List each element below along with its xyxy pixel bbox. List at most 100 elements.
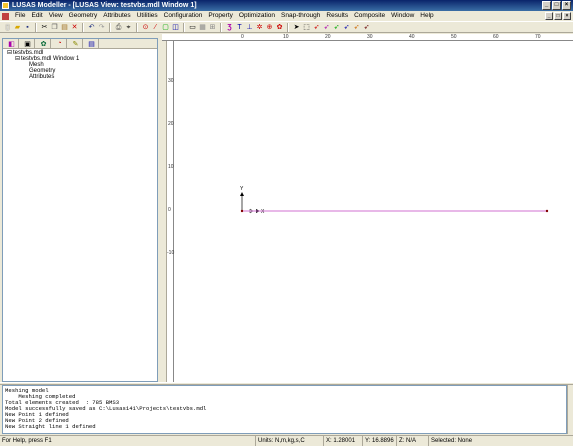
select-surface-icon[interactable]: ➶ [332,23,341,32]
redo-icon[interactable]: ↷ [97,23,106,32]
status-units: Units: N,m,kg,s,C [255,436,305,446]
select-node-icon[interactable]: ➶ [352,23,361,32]
new-file-icon[interactable]: ▯ [3,23,12,32]
doc-close-button[interactable]: × [563,12,571,20]
ruler-tick-label: 20 [168,121,174,127]
ruler-tick-label: 20 [325,34,331,40]
paste-icon[interactable]: ▤ [60,23,69,32]
menu-window[interactable]: Window [388,11,417,21]
status-z-coordinate: Z: N/A [396,436,416,446]
point-1[interactable] [240,209,244,213]
menu-composite[interactable]: Composite [351,11,388,21]
tree-item-label: Attributes [29,74,55,80]
toolbar-separator [109,22,111,32]
select-line-icon[interactable]: ➶ [322,23,331,32]
menu-utilities[interactable]: Utilities [134,11,161,21]
left-ruler: 30 20 10 0 -10 [167,41,174,382]
menu-snap-through[interactable]: Snap-through [278,11,323,21]
copy-icon[interactable]: ❐ [50,23,59,32]
main-toolbar: ▯ ▰ ▪ ✂ ❐ ▤ ✕ ↶ ↷ ⎙ ⌖ ⊙ ⁄ ▢ ◫ ▭ ▦ ⊞ Ʒ T … [0,21,573,33]
point-2[interactable] [545,209,549,213]
ruler-tick-label: 0 [168,207,171,213]
select-arrow-icon[interactable]: ➤ [292,23,301,32]
menu-configuration[interactable]: Configuration [161,11,206,21]
output-line: New Straight line 1 defined [5,423,96,430]
delete-icon[interactable]: ✕ [70,23,79,32]
reports-tab-icon[interactable]: ▤ [85,39,99,48]
toolbar-separator [183,22,185,32]
output-scrollbar[interactable] [567,385,573,434]
bold-icon[interactable]: Ʒ [225,23,234,32]
help-pointer-icon[interactable]: ⌖ [124,23,133,32]
cut-icon[interactable]: ✂ [40,23,49,32]
grid-icon[interactable]: ⊞ [208,23,217,32]
view-window-icon[interactable]: ▭ [188,23,197,32]
select-element-icon[interactable]: ➶ [362,23,371,32]
ruler-tick-label: 0 [241,34,244,40]
menu-edit[interactable]: Edit [28,11,45,21]
menu-file[interactable]: File [12,11,28,21]
status-help-text: For Help, press F1 [2,438,52,444]
ruler-tick-label: 30 [367,34,373,40]
status-bar: For Help, press F1 Units: N,m,kg,s,C X: … [0,435,573,446]
point-tool-icon[interactable]: ⊙ [141,23,150,32]
toolbar-separator [82,22,84,32]
maximize-button[interactable]: □ [552,1,561,10]
close-button[interactable]: × [562,1,571,10]
document-window-controls: _ □ × [545,12,571,20]
select-box-icon[interactable]: ⬚ [302,23,311,32]
select-point-icon[interactable]: ➶ [312,23,321,32]
line-tool-icon[interactable]: ⁄ [151,23,160,32]
doc-restore-button[interactable]: □ [554,12,562,20]
surface-tool-icon[interactable]: ▢ [161,23,170,32]
undo-icon[interactable]: ↶ [87,23,96,32]
groups-tab-icon[interactable]: ▣ [21,39,35,48]
ruler-tick-label: 30 [168,78,174,84]
doc-minimize-button[interactable]: _ [545,12,553,20]
layer-icon[interactable]: ▦ [198,23,207,32]
toolbar-separator [136,22,138,32]
status-selection: Selected: None [428,436,472,446]
lusas-modeller-window: LUSAS Modeller - [LUSAS View: testvbs.md… [0,0,573,446]
graphics-view[interactable]: 0 10 20 30 40 50 60 70 30 20 10 0 -10 Y … [162,34,573,382]
zoom-icon[interactable]: ⊕ [265,23,274,32]
print-icon[interactable]: ⎙ [114,23,123,32]
menu-optimization[interactable]: Optimization [236,11,278,21]
ruler-tick-label: 40 [409,34,415,40]
text-icon[interactable]: T [235,23,244,32]
ruler-tick-label: 10 [168,164,174,170]
rotate-icon[interactable]: ✲ [255,23,264,32]
treeview-tabs: ◧ ▣ ✿ ◔ ✎ ▤ [3,39,157,49]
utilities-tab-icon[interactable]: ✎ [69,39,83,48]
menu-property[interactable]: Property [205,11,236,21]
model-canvas[interactable]: Y X [174,42,573,382]
y-axis-arrowhead [240,192,244,196]
document-icon[interactable] [2,12,9,20]
status-x-coordinate: X: 1.28001 [323,436,355,446]
minimize-button[interactable]: _ [542,1,551,10]
menu-help[interactable]: Help [417,11,436,21]
open-folder-icon[interactable]: ▰ [13,23,22,32]
toolbar-separator [220,22,222,32]
settings-icon[interactable]: ✿ [275,23,284,32]
status-y-coordinate: Y: 16.8896 [362,436,394,446]
volume-tool-icon[interactable]: ◫ [171,23,180,32]
window-title: LUSAS Modeller - [LUSAS View: testvbs.md… [12,2,197,9]
menu-geometry[interactable]: Geometry [66,11,101,21]
save-icon[interactable]: ▪ [23,23,32,32]
app-icon [2,2,9,9]
attributes-tab-icon[interactable]: ✿ [37,39,51,48]
window-controls: _ □ × [542,1,571,10]
menu-results[interactable]: Results [323,11,351,21]
ruler-tick-label: 10 [283,34,289,40]
menu-view[interactable]: View [46,11,66,21]
menu-attributes[interactable]: Attributes [100,11,133,21]
tree-item-attributes[interactable]: Attributes [7,74,79,80]
y-axis-label: Y [240,186,244,192]
toolbar-separator [35,22,37,32]
select-volume-icon[interactable]: ➶ [342,23,351,32]
axes-icon[interactable]: ⊥ [245,23,254,32]
loadcases-tab-icon[interactable]: ◔ [53,39,67,48]
top-ruler: 0 10 20 30 40 50 60 70 [162,34,573,41]
layers-tab-icon[interactable]: ◧ [5,39,19,48]
